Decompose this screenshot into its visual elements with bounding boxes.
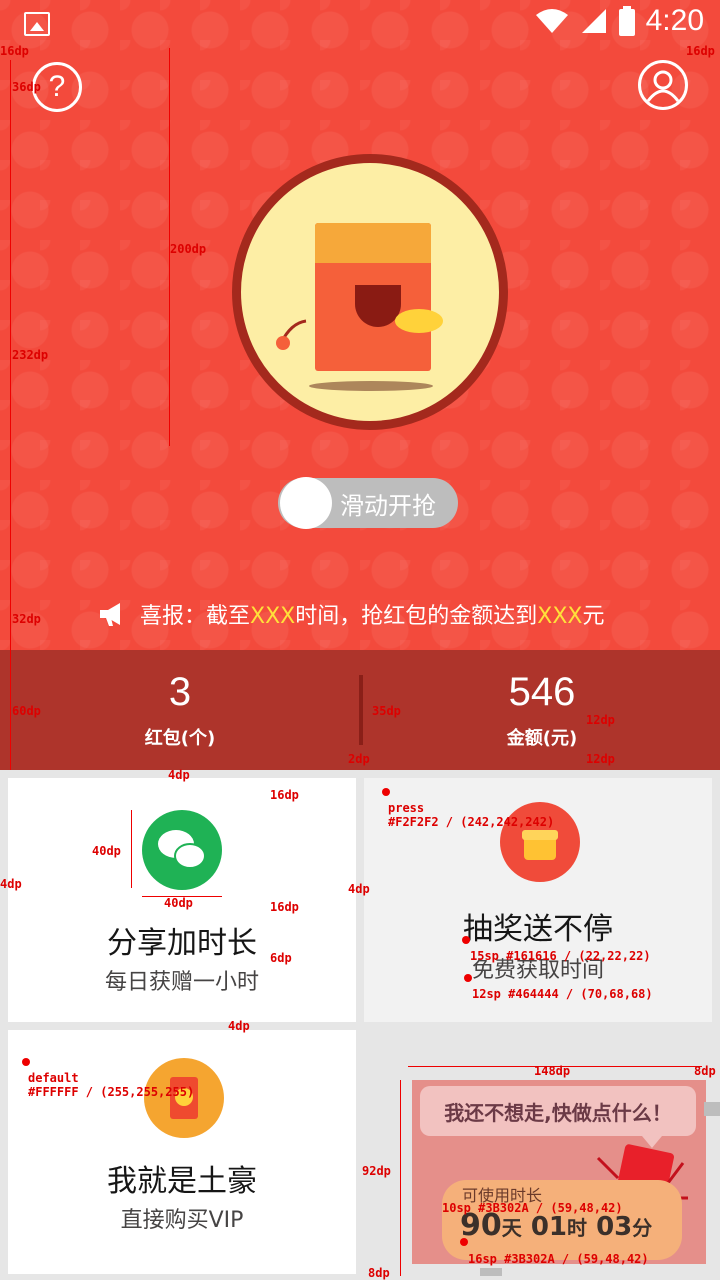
swipe-to-grab-slider[interactable]: 滑动开抢 <box>278 477 458 529</box>
anno-12dp-1: 12dp <box>586 713 615 727</box>
status-bar: 4:20 <box>0 0 720 50</box>
scroll-tab-bottom <box>480 1268 502 1276</box>
anno-sub-spec: 12sp #464444 / (70,68,68) <box>472 987 653 1001</box>
scroll-tab <box>704 1102 720 1116</box>
anno-200dp: 200dp <box>170 242 207 256</box>
anno-dot-title <box>462 936 470 944</box>
card-lottery-title: 抽奖送不停 <box>463 912 613 947</box>
card-share-title: 分享加时长 <box>107 926 257 961</box>
anno-4dp-left: 4dp <box>0 877 22 891</box>
anno-press-color: #F2F2F2 / (242,242,242) <box>388 815 555 829</box>
battery-icon <box>618 6 635 36</box>
cell-signal-icon <box>581 9 606 33</box>
amount-value: 546 <box>508 670 576 714</box>
mascot-shadow <box>309 381 433 391</box>
card-buy-vip[interactable]: 我就是土豪 直接购买VIP <box>8 1030 356 1274</box>
card-vip-title: 我就是土豪 <box>107 1164 257 1199</box>
anno-60dp: 60dp <box>12 704 41 718</box>
anno-40dp-v: 40dp <box>92 844 121 858</box>
stats-divider <box>359 675 363 745</box>
slider-knob[interactable] <box>280 477 332 529</box>
anno-35dp: 35dp <box>372 704 401 718</box>
image-notification-icon <box>24 12 50 36</box>
anno-8dp-right: 8dp <box>694 1064 716 1078</box>
news-ticker: 喜报：截至XXX时间，抢红包的金额达到XXX元 <box>98 598 604 630</box>
red-envelope-mascot <box>232 154 508 430</box>
anno-2dp: 2dp <box>348 752 370 766</box>
anno-default-color: #FFFFFF / (255,255,255) <box>28 1085 195 1099</box>
anno-4dp-top: 4dp <box>168 768 190 782</box>
anno-148dp: 148dp <box>534 1064 571 1078</box>
anno-time-spec: 16sp #3B302A / (59,48,42) <box>468 1252 649 1266</box>
anno-232dp: 232dp <box>12 348 49 362</box>
wechat-icon <box>142 810 222 890</box>
megaphone-icon <box>100 603 120 626</box>
card-vip-subtitle: 直接购买VIP <box>120 1208 244 1233</box>
measure-line-left <box>10 60 11 770</box>
anno-usable-spec: 10sp #3B302A / (59,48,42) <box>442 1201 623 1215</box>
measure-line-92 <box>400 1080 401 1276</box>
stat-envelopes: 3 红包(个) <box>80 668 280 750</box>
card-share-subtitle: 每日获赠一小时 <box>104 970 259 995</box>
anno-92dp: 92dp <box>362 1164 391 1178</box>
anno-36dp: 36dp <box>12 80 41 94</box>
envelope-body <box>315 223 431 371</box>
screen: 4:20 ? 滑动开抢 喜报：截至XXX时间，抢红包的金额达到XXX元 3 红包… <box>0 0 720 1280</box>
anno-16dp-left: 16dp <box>0 44 29 58</box>
anno-4dp-mid: 4dp <box>348 882 370 896</box>
mascot-hand-icon <box>276 319 307 350</box>
anno-40dp-h: 40dp <box>164 896 193 910</box>
anno-6dp: 6dp <box>270 951 292 965</box>
anno-press: press <box>388 801 425 815</box>
anno-16dp-c1: 16dp <box>270 788 299 802</box>
stay-popup[interactable]: 我还不想走,快做点什么！ 可使用时长 90天 01时 03分 <box>412 1080 706 1264</box>
user-icon <box>646 70 680 102</box>
envelope-count: 3 <box>168 670 192 714</box>
anno-dot-default <box>22 1058 30 1066</box>
help-icon: ? <box>48 70 66 103</box>
anno-8dp-bottom: 8dp <box>368 1266 390 1280</box>
slider-label: 滑动开抢 <box>340 492 436 520</box>
anno-12dp-2: 12dp <box>586 752 615 766</box>
wifi-icon <box>535 9 568 33</box>
gold-coins-icon <box>395 309 443 333</box>
anno-default: default <box>28 1071 79 1085</box>
anno-16dp-c2: 16dp <box>270 900 299 914</box>
anno-dot-sub <box>464 974 472 982</box>
usable-time-box: 可使用时长 90天 01时 03分 <box>442 1180 682 1260</box>
anno-title-spec: 15sp #161616 / (22,22,22) <box>470 949 651 963</box>
clock: 4:20 <box>645 4 704 37</box>
popup-bubble: 我还不想走,快做点什么！ <box>420 1086 696 1148</box>
user-profile-button[interactable] <box>638 60 688 110</box>
news-text: 喜报：截至XXX时间，抢红包的金额达到XXX元 <box>140 604 605 629</box>
anno-32dp: 32dp <box>12 612 41 626</box>
anno-16dp-right: 16dp <box>686 44 715 58</box>
envelope-count-label: 红包(个) <box>144 728 216 749</box>
stat-amount: 546 金额(元) <box>442 668 642 750</box>
measure-line-40v <box>131 810 132 888</box>
anno-dot-time <box>460 1238 468 1246</box>
status-right: 4:20 <box>534 4 704 38</box>
gift-icon <box>500 802 580 882</box>
amount-label: 金额(元) <box>506 728 578 749</box>
anno-dot-press <box>382 788 390 796</box>
envelope-flap <box>315 223 431 263</box>
anno-4dp-row2: 4dp <box>228 1019 250 1033</box>
